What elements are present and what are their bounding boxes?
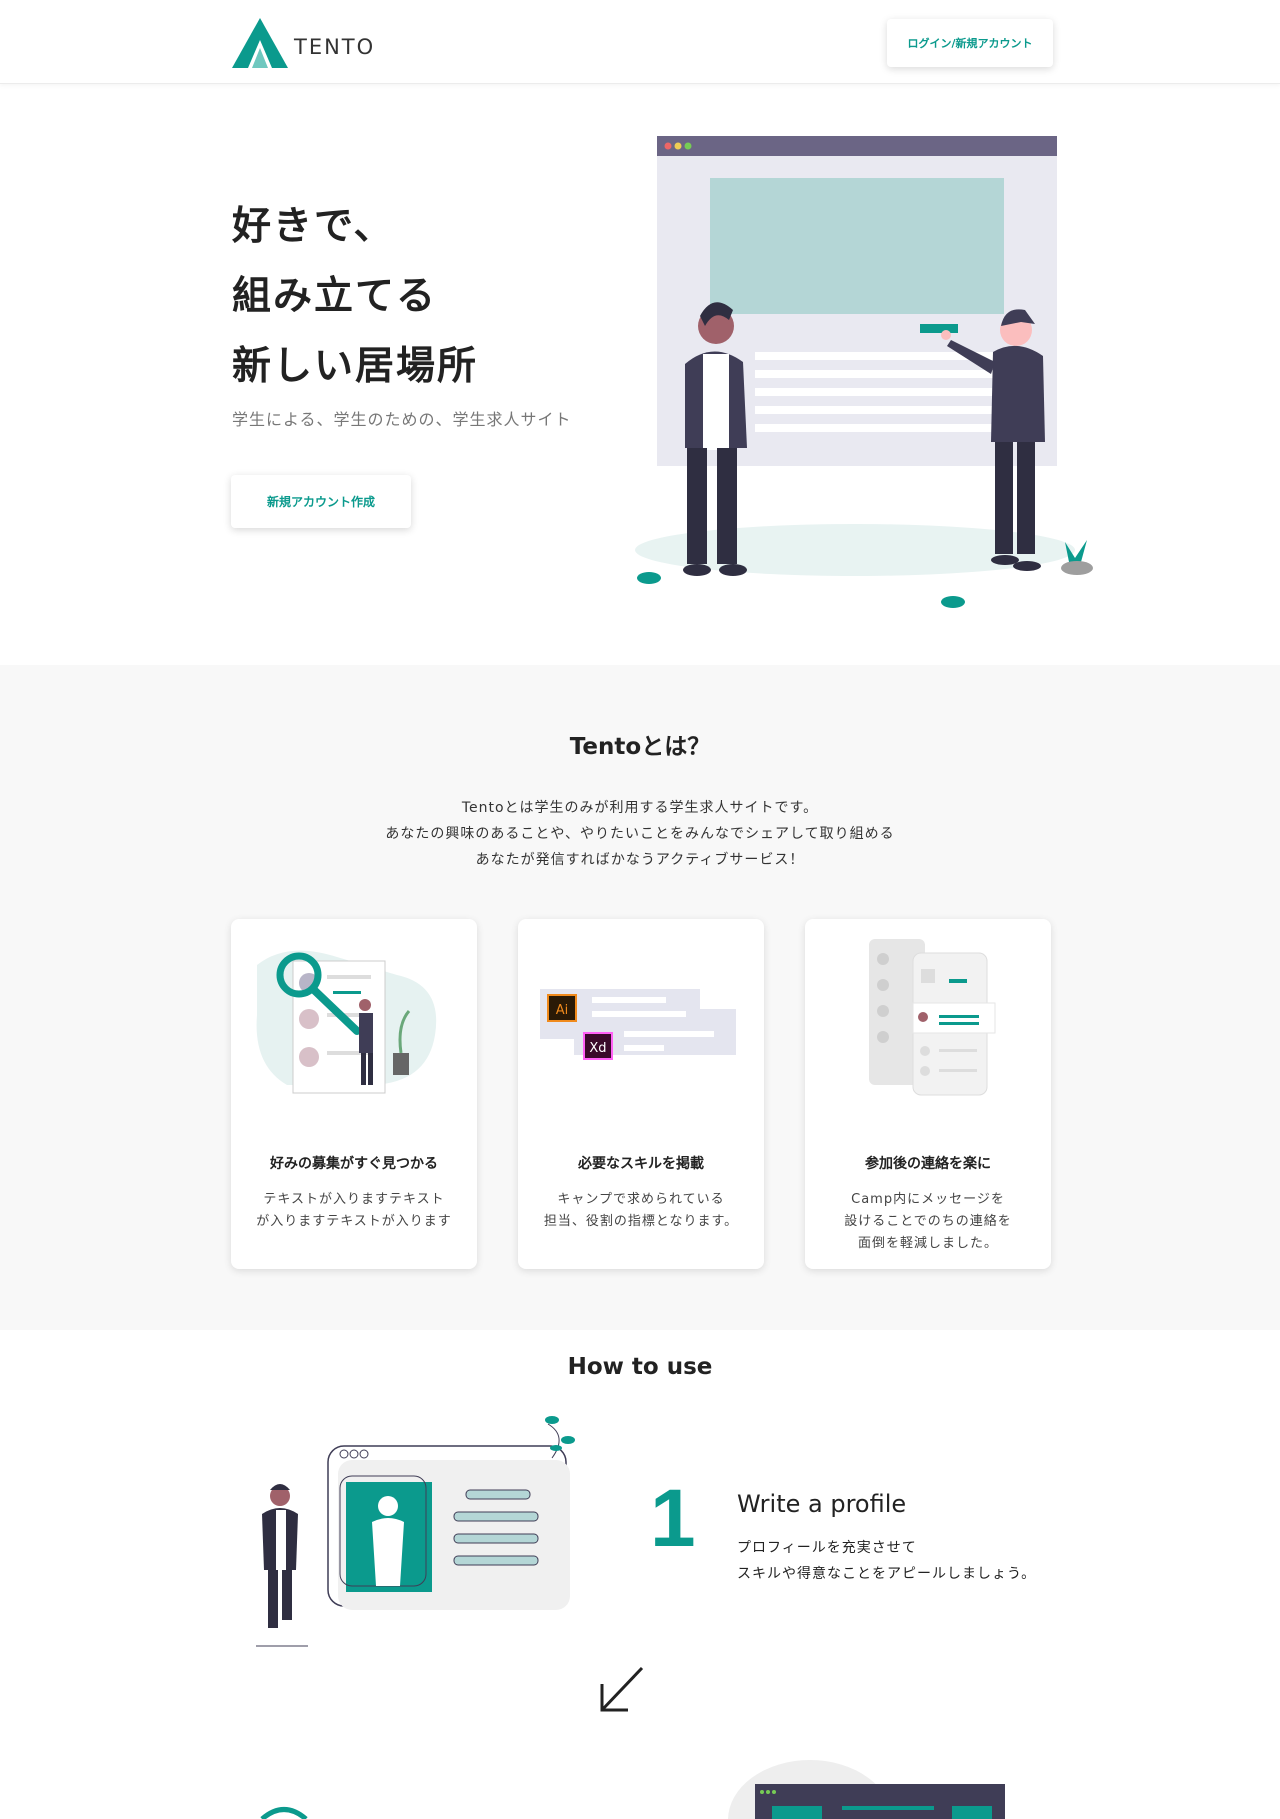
illustrator-badge: Ai [556,1003,569,1018]
step-title: Write a profile [737,1490,907,1518]
feature-card-messaging: 参加後の連絡を楽に Camp内にメッセージを 設けることでのちの連絡を 面倒を軽… [805,919,1051,1269]
hero-illustration [635,136,1093,608]
hero-title: 好きで、 組み立てる 新しい居場所 [232,192,478,402]
logo[interactable]: TENTO [232,18,375,68]
how-to-use-title: How to use [567,1354,713,1380]
search-people-illustration [256,950,437,1094]
feature-card-title: 好みの募集がすぐ見つかる [270,1156,438,1172]
about-title: Tentoとは？ [569,734,711,760]
xd-badge: Xd [589,1041,606,1056]
site-header: TENTO ログイン/新規アカウント [0,0,1280,84]
profile-illustration [256,1416,575,1647]
hero-title-highlight: 好き [232,192,315,262]
hero-subtitle: 学生による、学生のための、学生求人サイト [232,410,572,429]
hero-title-line1-rest: で、 [314,204,395,249]
feature-card-title: 参加後の連絡を楽に [865,1156,991,1172]
feature-card-find: 好みの募集がすぐ見つかる テキストが入りますテキスト が入りますテキストが入りま… [231,919,477,1269]
feature-card-skills: Ai Xd 必要なスキルを掲載 キャンプで求められている 担当、役割の指標となり… [518,919,764,1269]
step-2-illustration-partial [260,1760,1005,1819]
about-section: Tentoとは？ Tentoとは学生のみが利用する学生求人サイトです。 あなたの… [0,665,1280,1330]
about-description-line: あなたが発信すればかなうアクティブサービス！ [475,852,805,868]
logo-mark-icon [232,18,288,68]
about-description-line: あなたの興味のあることや、やりたいことをみんなでシェアして取り組める [385,826,895,842]
messaging-illustration [869,939,996,1096]
feature-card-title: 必要なスキルを掲載 [578,1156,704,1172]
arrow-down-left-icon [600,1666,644,1712]
login-signup-button[interactable]: ログイン/新規アカウント [887,19,1053,67]
create-account-button[interactable]: 新規アカウント作成 [231,475,411,528]
about-description: Tentoとは学生のみが利用する学生求人サイトです。 あなたの興味のあることや、… [0,795,1280,873]
feature-card-text: Camp内にメッセージを 設けることでのちの連絡を 面倒を軽減しました。 [844,1192,1012,1251]
about-description-line: Tentoとは学生のみが利用する学生求人サイトです。 [461,800,819,816]
feature-card-text: テキストが入りますテキスト が入りますテキストが入ります [256,1192,452,1229]
step-text: プロフィールを充実させて スキルや得意なことをアピールしましょう。 [737,1540,1037,1582]
hero-title-line3: 新しい居場所 [232,344,479,389]
hero-title-line2: 組み立てる [232,274,438,319]
feature-card-text: キャンプで求められている 担当、役割の指標となります。 [543,1192,739,1229]
logo-text: TENTO [294,35,376,59]
step-2-partial [0,1740,1280,1819]
step-number: 1 [650,1473,696,1564]
skills-illustration: Ai Xd [540,989,736,1060]
